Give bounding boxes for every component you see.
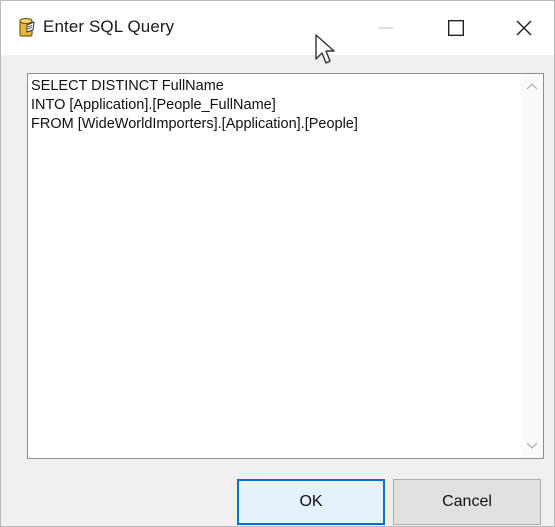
vertical-scrollbar[interactable] [521,74,543,458]
title-bar[interactable]: Enter SQL Query [1,1,555,64]
minimize-button[interactable] [351,1,421,55]
query-line: FROM [WideWorldImporters].[Application].… [31,116,358,132]
sql-query-text[interactable]: SELECT DISTINCT FullName INTO [Applicati… [31,77,519,134]
sql-query-textarea[interactable]: SELECT DISTINCT FullName INTO [Applicati… [27,73,544,459]
cancel-button[interactable]: Cancel [393,479,541,525]
query-line: SELECT DISTINCT FullName [31,78,224,94]
query-line: INTO [Application].[People_FullName] [31,97,276,113]
app-icon [17,16,37,40]
scroll-up-icon[interactable] [525,80,539,94]
maximize-button[interactable] [421,1,491,55]
close-icon [516,20,532,36]
scroll-down-icon[interactable] [525,438,539,452]
sql-query-dialog: Enter SQL Query SELECT DISTINCT FullName… [0,0,555,527]
ok-button[interactable]: OK [237,479,385,525]
close-button[interactable] [489,1,555,55]
maximize-icon [448,20,464,36]
minimize-icon [379,27,393,29]
window-title: Enter SQL Query [43,17,175,36]
mouse-cursor-icon [315,34,335,64]
